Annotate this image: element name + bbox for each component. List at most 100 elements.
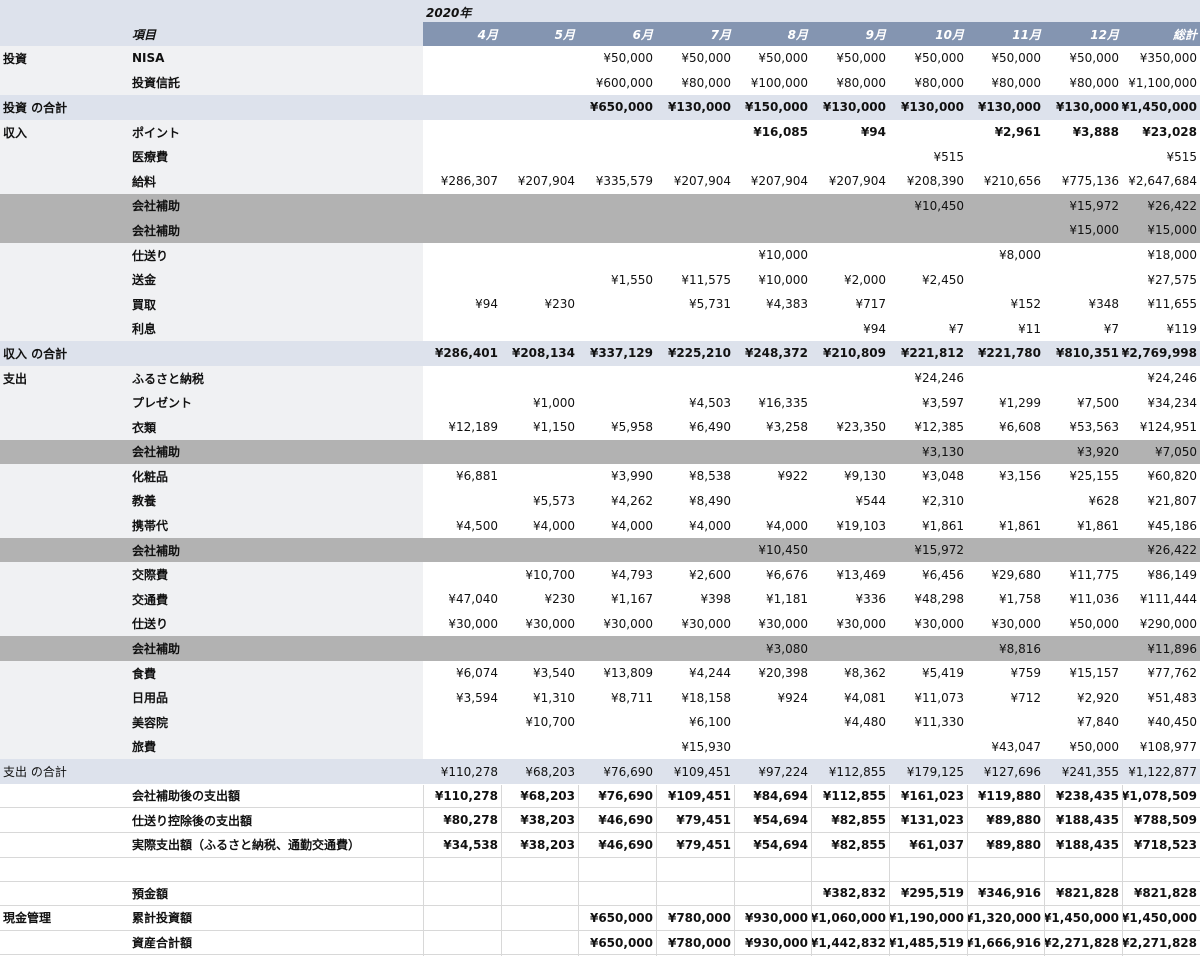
value-cell[interactable]: ¥94	[423, 292, 501, 317]
value-cell[interactable]: ¥77,762	[1122, 661, 1200, 686]
value-cell[interactable]: ¥51,483	[1122, 685, 1200, 710]
category-cell[interactable]	[0, 513, 125, 538]
summary-value-cell[interactable]: ¥82,855	[811, 808, 889, 832]
item-cell[interactable]: 送金	[125, 267, 423, 292]
value-cell[interactable]	[656, 636, 734, 661]
item-cell[interactable]: 会社補助	[125, 636, 423, 661]
value-cell[interactable]	[501, 71, 578, 96]
value-cell[interactable]	[734, 735, 811, 760]
value-cell[interactable]	[889, 636, 967, 661]
category-cell[interactable]	[0, 243, 125, 268]
summary-value-cell[interactable]: ¥61,037	[889, 833, 967, 857]
value-cell[interactable]	[578, 735, 656, 760]
category-cell[interactable]: 投資 の合計	[0, 95, 125, 120]
cash-value-cell[interactable]	[423, 882, 501, 906]
value-cell[interactable]: ¥810,351	[1044, 341, 1122, 366]
value-cell[interactable]: ¥4,480	[811, 710, 889, 735]
value-cell[interactable]: ¥4,503	[656, 390, 734, 415]
cash-value-cell[interactable]: ¥295,519	[889, 882, 967, 906]
value-cell[interactable]: ¥152	[967, 292, 1044, 317]
cash-label[interactable]: 預金額	[125, 882, 423, 906]
item-cell[interactable]: 投資信託	[125, 71, 423, 96]
value-cell[interactable]: ¥335,579	[578, 169, 656, 194]
value-cell[interactable]	[501, 144, 578, 169]
month-column-header[interactable]: 4月	[423, 22, 501, 46]
cash-value-cell[interactable]: ¥1,666,916	[967, 931, 1044, 955]
cash-value-cell[interactable]: ¥346,916	[967, 882, 1044, 906]
value-cell[interactable]	[889, 243, 967, 268]
category-cell[interactable]	[0, 587, 125, 612]
value-cell[interactable]: ¥60,820	[1122, 464, 1200, 489]
value-cell[interactable]	[1044, 366, 1122, 391]
value-cell[interactable]: ¥3,540	[501, 661, 578, 686]
value-cell[interactable]: ¥759	[967, 661, 1044, 686]
value-cell[interactable]: ¥23,028	[1122, 120, 1200, 145]
item-cell[interactable]: ふるさと納税	[125, 366, 423, 391]
value-cell[interactable]	[578, 120, 656, 145]
value-cell[interactable]: ¥4,000	[501, 513, 578, 538]
value-cell[interactable]	[578, 194, 656, 219]
value-cell[interactable]: ¥515	[1122, 144, 1200, 169]
value-cell[interactable]: ¥25,155	[1044, 464, 1122, 489]
value-cell[interactable]	[811, 194, 889, 219]
value-cell[interactable]	[501, 46, 578, 71]
item-cell[interactable]: 会社補助	[125, 218, 423, 243]
value-cell[interactable]	[967, 710, 1044, 735]
value-cell[interactable]	[734, 194, 811, 219]
value-cell[interactable]	[811, 538, 889, 563]
value-cell[interactable]: ¥30,000	[889, 612, 967, 637]
value-cell[interactable]: ¥50,000	[811, 46, 889, 71]
value-cell[interactable]: ¥3,080	[734, 636, 811, 661]
value-cell[interactable]: ¥7,050	[1122, 440, 1200, 465]
value-cell[interactable]: ¥80,000	[967, 71, 1044, 96]
summary-value-cell[interactable]: ¥84,694	[734, 784, 811, 808]
item-cell[interactable]: 仕送り	[125, 612, 423, 637]
value-cell[interactable]	[967, 366, 1044, 391]
value-cell[interactable]	[1044, 267, 1122, 292]
cash-value-cell[interactable]: ¥650,000	[578, 906, 656, 930]
value-cell[interactable]: ¥43,047	[967, 735, 1044, 760]
item-cell[interactable]	[125, 95, 423, 120]
item-cell[interactable]: 携帯代	[125, 513, 423, 538]
value-cell[interactable]: ¥110,278	[423, 759, 501, 784]
cash-value-cell[interactable]: ¥1,060,000	[811, 906, 889, 930]
summary-value-cell[interactable]: ¥788,509	[1122, 808, 1200, 832]
value-cell[interactable]: ¥290,000	[1122, 612, 1200, 637]
category-cell[interactable]	[0, 808, 125, 832]
value-cell[interactable]: ¥108,977	[1122, 735, 1200, 760]
value-cell[interactable]: ¥8,362	[811, 661, 889, 686]
value-cell[interactable]: ¥15,972	[889, 538, 967, 563]
value-cell[interactable]: ¥4,383	[734, 292, 811, 317]
category-cell[interactable]	[0, 833, 125, 857]
value-cell[interactable]	[423, 95, 501, 120]
value-cell[interactable]: ¥30,000	[967, 612, 1044, 637]
value-cell[interactable]: ¥26,422	[1122, 538, 1200, 563]
month-column-header[interactable]: 10月	[889, 22, 967, 46]
value-cell[interactable]: ¥109,451	[656, 759, 734, 784]
value-cell[interactable]	[967, 194, 1044, 219]
value-cell[interactable]: ¥21,807	[1122, 489, 1200, 514]
category-cell[interactable]	[0, 685, 125, 710]
value-cell[interactable]	[811, 366, 889, 391]
value-cell[interactable]: ¥2,961	[967, 120, 1044, 145]
value-cell[interactable]: ¥50,000	[1044, 46, 1122, 71]
summary-value-cell[interactable]: ¥34,538	[423, 833, 501, 857]
value-cell[interactable]: ¥712	[967, 685, 1044, 710]
summary-value-cell[interactable]: ¥89,880	[967, 808, 1044, 832]
value-cell[interactable]: ¥29,680	[967, 562, 1044, 587]
cash-value-cell[interactable]: ¥1,320,000	[967, 906, 1044, 930]
summary-value-cell[interactable]: ¥79,451	[656, 833, 734, 857]
summary-value-cell[interactable]: ¥89,880	[967, 833, 1044, 857]
value-cell[interactable]: ¥7,840	[1044, 710, 1122, 735]
item-cell[interactable]: 会社補助	[125, 538, 423, 563]
value-cell[interactable]: ¥4,000	[578, 513, 656, 538]
category-cell[interactable]: 収入	[0, 120, 125, 145]
value-cell[interactable]: ¥11,036	[1044, 587, 1122, 612]
cash-management-label[interactable]: 現金管理	[3, 909, 51, 926]
value-cell[interactable]: ¥47,040	[423, 587, 501, 612]
item-cell[interactable]: 医療費	[125, 144, 423, 169]
value-cell[interactable]: ¥80,000	[1044, 71, 1122, 96]
value-cell[interactable]: ¥111,444	[1122, 587, 1200, 612]
value-cell[interactable]	[656, 243, 734, 268]
value-cell[interactable]: ¥3,156	[967, 464, 1044, 489]
